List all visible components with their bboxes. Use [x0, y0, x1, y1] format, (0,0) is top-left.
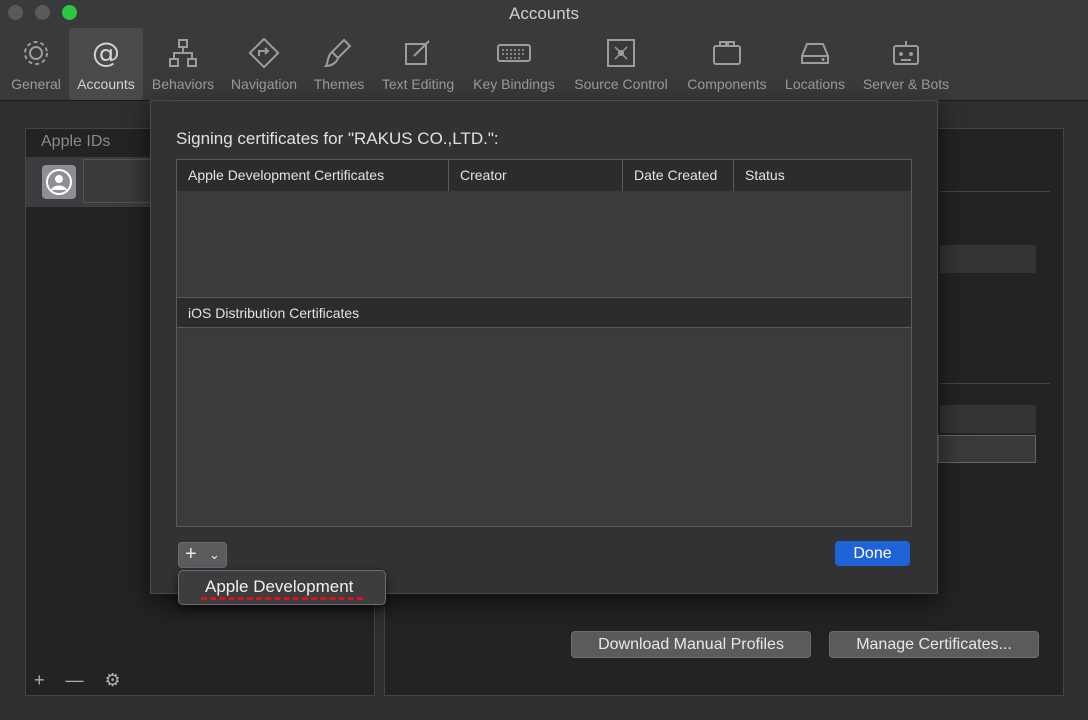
tab-navigation[interactable]: Navigation: [224, 28, 304, 100]
add-certificate-menu: Apple Development: [178, 570, 386, 605]
remove-account-button[interactable]: —: [66, 670, 84, 691]
edit-icon: [405, 40, 430, 65]
distribution-certificates-list: [177, 329, 911, 526]
distribution-section-header: iOS Distribution Certificates: [177, 297, 911, 328]
tab-label: Locations: [785, 76, 845, 92]
components-icon: [713, 41, 741, 65]
table-header: Apple Development Certificates Creator D…: [177, 160, 911, 192]
paintbrush-icon: [323, 38, 352, 68]
tab-label: Components: [687, 76, 767, 92]
tab-text-editing[interactable]: Text Editing: [374, 28, 462, 100]
avatar: [42, 165, 76, 199]
tab-label: General: [11, 76, 61, 92]
tab-label: Server & Bots: [862, 76, 950, 92]
detail-field: [940, 245, 1036, 273]
signing-certificates-sheet: Signing certificates for "RAKUS CO.,LTD.…: [150, 100, 938, 594]
done-button[interactable]: Done: [835, 541, 910, 566]
divider: [940, 191, 1050, 192]
tab-label: Text Editing: [381, 76, 455, 92]
tab-components[interactable]: Components: [680, 28, 774, 100]
detail-field: [940, 405, 1036, 433]
person-icon: [46, 169, 72, 195]
svg-text:@: @: [92, 36, 120, 69]
add-account-button[interactable]: +: [34, 670, 45, 691]
tab-label: Themes: [313, 76, 365, 92]
column-header-certificates[interactable]: Apple Development Certificates: [177, 160, 449, 191]
sheet-title: Signing certificates for "RAKUS CO.,LTD.…: [176, 129, 499, 148]
window-title: Accounts: [509, 4, 579, 23]
certificates-table: Apple Development Certificates Creator D…: [176, 159, 912, 527]
source-control-icon: [607, 39, 635, 67]
detail-field: [938, 435, 1036, 463]
tab-locations[interactable]: Locations: [778, 28, 852, 100]
tab-label: Behaviors: [151, 76, 215, 92]
hierarchy-icon: [169, 39, 197, 67]
tab-source-control[interactable]: Source Control: [566, 28, 676, 100]
keyboard-icon: [497, 44, 531, 62]
apple-ids-header: Apple IDs: [41, 133, 111, 150]
tab-label: Source Control: [574, 76, 668, 92]
at-sign-icon: @: [92, 36, 120, 69]
account-name-box: [83, 159, 152, 203]
tab-label: Key Bindings: [473, 76, 555, 92]
robot-icon: [893, 41, 919, 65]
tab-key-bindings[interactable]: Key Bindings: [466, 28, 562, 100]
title-bar: Accounts General @ Accounts Behaviors Na…: [0, 0, 1088, 101]
tab-label: Accounts: [77, 76, 135, 92]
menu-item-apple-development[interactable]: Apple Development: [205, 577, 353, 597]
tab-accounts[interactable]: @ Accounts: [69, 28, 143, 100]
preferences-window: Accounts General @ Accounts Behaviors Na…: [0, 0, 1088, 720]
development-certificates-list: [177, 191, 911, 297]
settings-icon[interactable]: ⚙: [105, 670, 121, 691]
divider: [940, 383, 1050, 384]
add-certificate-button[interactable]: + ⌄: [178, 542, 227, 568]
drive-icon: [801, 43, 829, 64]
download-manual-profiles-button[interactable]: Download Manual Profiles: [571, 631, 811, 658]
tab-general[interactable]: General: [4, 28, 68, 100]
tab-server-bots[interactable]: Server & Bots: [856, 28, 956, 100]
chevron-down-icon: ⌄: [209, 547, 220, 562]
annotation-underline: [201, 597, 363, 600]
column-header-creator[interactable]: Creator: [449, 160, 623, 191]
tab-label: Navigation: [230, 76, 298, 92]
account-list-footer: + — ⚙: [34, 670, 137, 691]
tab-behaviors[interactable]: Behaviors: [146, 28, 220, 100]
column-header-status[interactable]: Status: [734, 160, 911, 191]
column-header-date-created[interactable]: Date Created: [623, 160, 734, 191]
plus-icon: +: [185, 543, 197, 565]
navigation-arrow-icon: [248, 37, 280, 69]
gear-icon: [24, 41, 48, 65]
manage-certificates-button[interactable]: Manage Certificates...: [829, 631, 1039, 658]
tab-themes[interactable]: Themes: [308, 28, 370, 100]
